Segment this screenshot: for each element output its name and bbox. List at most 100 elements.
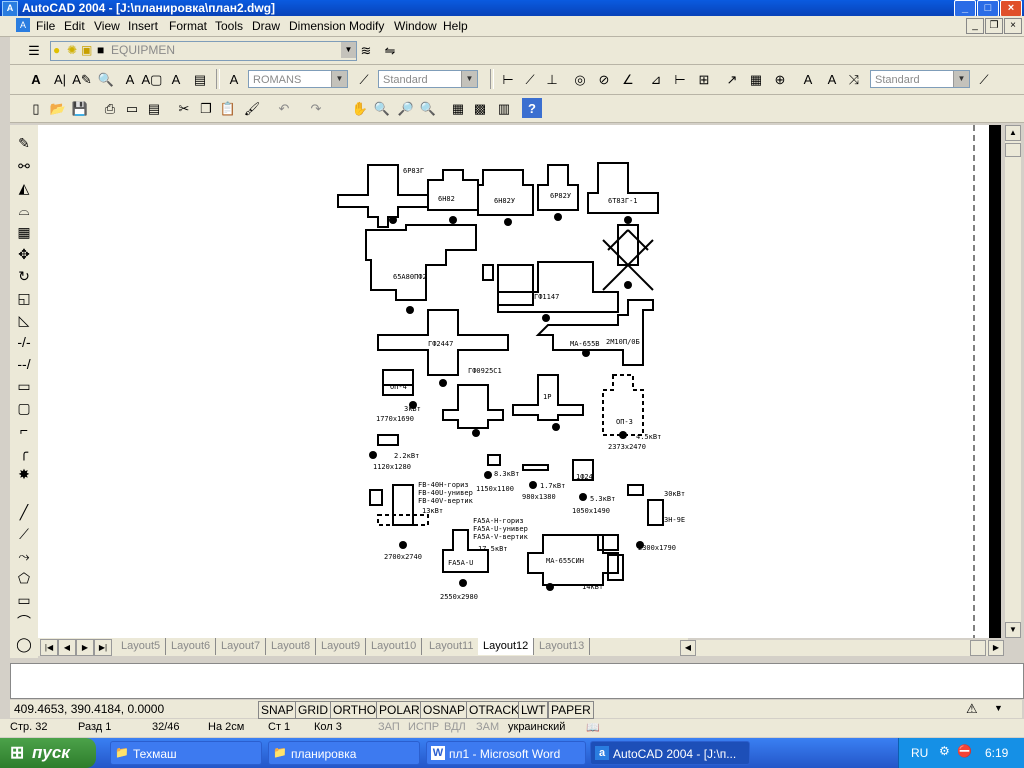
lwt-button[interactable]: LWT	[518, 701, 549, 719]
stretch-icon[interactable]: ◺	[13, 310, 35, 330]
find-text-icon[interactable]: 🔍	[96, 69, 116, 89]
arc-icon[interactable]: ⌒	[13, 612, 35, 632]
polar-button[interactable]: POLAR	[376, 701, 423, 719]
plot-icon[interactable]: ⎙	[100, 98, 120, 118]
drawing-area[interactable]: 6Р83Г 6Н82 6Н82У 6Р82У 6Т83Г-1 65А80ПФ2 …	[38, 125, 976, 638]
tool-palettes-icon[interactable]: ▥	[494, 98, 514, 118]
tab-layout7[interactable]: Layout7	[216, 638, 267, 655]
doc-restore-button[interactable]: ❐	[985, 18, 1003, 34]
menu-draw[interactable]: Draw	[248, 16, 284, 36]
tab-layout6[interactable]: Layout6	[166, 638, 217, 655]
task-button-autocad[interactable]: a AutoCAD 2004 - [J:\п...	[590, 741, 750, 765]
polygon-icon[interactable]: ⬠	[13, 568, 35, 588]
zoom-realtime-icon[interactable]: 🔍	[372, 98, 392, 118]
menu-format[interactable]: Format	[165, 16, 211, 36]
dimension-text-edit-icon[interactable]: A	[822, 69, 842, 89]
explode-icon[interactable]: ✸	[13, 464, 35, 484]
move-icon[interactable]: ✥	[13, 244, 35, 264]
trim-icon[interactable]: -/-	[13, 332, 35, 352]
radius-dimension-icon[interactable]: ◎	[570, 69, 590, 89]
open-folder-icon[interactable]: 📂	[48, 98, 68, 118]
dimension-update-icon[interactable]: ⤨	[844, 69, 864, 89]
fillet-icon[interactable]: ╭	[13, 442, 35, 462]
pan-realtime-icon[interactable]: ✋	[350, 98, 370, 118]
tab-layout12[interactable]: Layout12	[478, 638, 535, 655]
circle-icon[interactable]: ◯	[13, 634, 35, 654]
task-button-planirovka[interactable]: 📁 планировка	[268, 741, 420, 765]
menu-file[interactable]: File	[32, 16, 59, 36]
tab-layout13[interactable]: Layout13	[534, 638, 591, 655]
rotate-icon[interactable]: ↻	[13, 266, 35, 286]
break-icon[interactable]: ▭	[13, 376, 35, 396]
construction-line-icon[interactable]: ⟋	[13, 524, 35, 544]
multiline-text-icon[interactable]: A	[26, 69, 46, 89]
help-icon[interactable]: ?	[522, 98, 542, 118]
join-icon[interactable]: ▢	[13, 398, 35, 418]
scroll-up-icon[interactable]: ▲	[1005, 125, 1021, 141]
polyline-icon[interactable]: ⤳	[13, 546, 35, 566]
offset-icon[interactable]: ⌓	[13, 200, 35, 220]
chamfer-icon[interactable]: ⌐	[13, 420, 35, 440]
task-button-techmash[interactable]: 📁 Техмаш	[110, 741, 262, 765]
center-mark-icon[interactable]: ⊕	[770, 69, 790, 89]
text-style-dropdown[interactable]: ROMANS ▼	[248, 70, 348, 88]
clock[interactable]: 6:19	[985, 746, 1008, 760]
redo-icon[interactable]: ↷	[306, 98, 326, 118]
dimension-style-manager-icon[interactable]: ⟋	[354, 69, 374, 89]
zoom-window-icon[interactable]: 🔎	[396, 98, 416, 118]
design-center-icon[interactable]: ▩	[470, 98, 490, 118]
layer-previous-icon[interactable]: ⇋	[380, 40, 400, 60]
scroll-left-icon[interactable]: ◀	[680, 640, 696, 656]
scroll-down-icon[interactable]: ▼	[1005, 622, 1021, 638]
edit-text-icon[interactable]: A✎	[72, 69, 92, 89]
menu-window[interactable]: Window	[390, 16, 441, 36]
autocad-app-icon[interactable]: A	[2, 1, 18, 17]
text-style-manager-icon[interactable]: A	[224, 69, 244, 89]
line-icon[interactable]: ╱	[13, 502, 35, 522]
rectangle-icon[interactable]: ▭	[13, 590, 35, 610]
maximize-button[interactable]: □	[977, 0, 999, 17]
plot-preview-icon[interactable]: ▭	[122, 98, 142, 118]
scroll-thumb[interactable]	[1005, 143, 1021, 157]
menu-view[interactable]: View	[90, 16, 124, 36]
match-properties-icon[interactable]: 🖌	[242, 98, 262, 118]
tab-layout8[interactable]: Layout8	[266, 638, 317, 655]
convert-distance-icon[interactable]: ▤	[190, 69, 210, 89]
angular-dimension-icon[interactable]: ∠	[618, 69, 638, 89]
save-icon[interactable]: 💾	[70, 98, 90, 118]
paste-icon[interactable]: 📋	[218, 98, 238, 118]
publish-icon[interactable]: ▤	[144, 98, 164, 118]
quick-dimension-icon[interactable]: ⊿	[646, 69, 666, 89]
prev-tab-icon[interactable]: ◀	[58, 639, 76, 656]
menu-insert[interactable]: Insert	[124, 16, 162, 36]
menu-modify[interactable]: Modify	[345, 16, 388, 36]
security-icon[interactable]: ⛔	[957, 744, 972, 758]
copy-icon[interactable]: ❐	[196, 98, 216, 118]
new-file-icon[interactable]: ▯	[26, 98, 46, 118]
menu-dimension[interactable]: Dimension	[285, 16, 350, 36]
linear-dimension-icon[interactable]: ⊢	[498, 69, 518, 89]
tab-layout11[interactable]: Layout11	[424, 638, 480, 655]
cut-icon[interactable]: ✂	[174, 98, 194, 118]
language-indicator[interactable]: RU	[911, 746, 928, 760]
communication-center-icon[interactable]: ⚠	[966, 701, 978, 717]
mirror-icon[interactable]: ◭	[13, 178, 35, 198]
ordinate-dimension-icon[interactable]: ⊥	[542, 69, 562, 89]
grid-button[interactable]: GRID	[295, 701, 331, 719]
start-button[interactable]: ⊞ пуск	[0, 738, 96, 768]
copy-object-icon[interactable]: ⚯	[13, 156, 35, 176]
plot-style-dropdown[interactable]: Standard ▼	[870, 70, 970, 88]
next-tab-icon[interactable]: ▶	[76, 639, 94, 656]
menu-tools[interactable]: Tools	[211, 16, 247, 36]
scroll-thumb[interactable]	[970, 640, 986, 656]
baseline-dimension-icon[interactable]: ⊢	[670, 69, 690, 89]
dim-style-dropdown[interactable]: Standard ▼	[378, 70, 478, 88]
tab-layout5[interactable]: Layout5	[116, 638, 167, 655]
horizontal-scrollbar[interactable]: ◀ ▶	[680, 640, 1004, 656]
menu-edit[interactable]: Edit	[60, 16, 89, 36]
scale-text-icon[interactable]: A▢	[142, 69, 163, 89]
dimension-style-icon[interactable]: ⟋	[974, 69, 994, 89]
first-tab-icon[interactable]: |◀	[40, 639, 58, 656]
layer-manager-icon[interactable]: ☰	[24, 40, 44, 60]
close-button[interactable]: ×	[1000, 0, 1022, 17]
